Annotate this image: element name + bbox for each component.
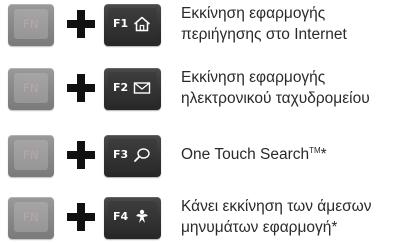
shortcut-description: Κάνει εκκίνηση των άμεσων μηνυμάτων εφαρ…	[181, 196, 411, 238]
shortcut-row-f2: FN F2 Εκκίνηση εφαρμογής ηλεκτρονικού τα…	[0, 64, 412, 114]
plus-icon	[67, 10, 95, 38]
shortcut-row-f1: FN F1 Εκκίνηση εφαρμογής περιήγησης στο …	[0, 0, 412, 50]
f2-key-label: F2	[113, 81, 129, 94]
fn-key: FN	[8, 135, 54, 177]
description-line: Εκκίνηση εφαρμογής	[181, 69, 326, 86]
fn-key: FN	[8, 68, 54, 110]
fn-key-label: FN	[14, 202, 48, 232]
fn-key-label: FN	[14, 9, 48, 39]
fn-key-label: FN	[14, 73, 48, 103]
shortcut-row-f3: FN F3 One Touch SearchTM*	[0, 131, 412, 181]
footnote-mark: *	[320, 146, 327, 163]
search-icon	[134, 148, 150, 162]
f4-key: F4	[104, 197, 161, 239]
plus-icon	[67, 203, 95, 231]
description-text: One Touch Search	[181, 146, 310, 163]
envelope-icon	[133, 82, 151, 94]
f1-key-label: F1	[113, 17, 129, 30]
shortcut-description: Εκκίνηση εφαρμογής περιήγησης στο Intern…	[181, 3, 411, 45]
f1-key: F1	[104, 4, 161, 46]
fn-key-label: FN	[14, 140, 48, 170]
shortcut-row-f4: FN F4 Κάνει εκκίνηση των άμεσων μηνυμάτω…	[0, 193, 412, 243]
plus-icon	[67, 74, 95, 102]
messenger-icon	[136, 209, 148, 223]
home-icon	[134, 16, 150, 32]
description-line: μηνυμάτων εφαρμογή*	[181, 219, 338, 236]
f4-key-label: F4	[113, 210, 129, 223]
description-line: περιήγησης στο Internet	[181, 26, 347, 43]
f3-key: F3	[104, 135, 161, 177]
description-line: Κάνει εκκίνηση των άμεσων	[181, 198, 372, 215]
shortcut-description: One Touch SearchTM*	[181, 144, 411, 165]
trademark-mark: TM	[309, 145, 321, 155]
fn-key: FN	[8, 4, 54, 46]
description-line: Εκκίνηση εφαρμογής	[181, 5, 326, 22]
f2-key: F2	[104, 68, 161, 110]
fn-key: FN	[8, 197, 54, 239]
plus-icon	[67, 141, 95, 169]
shortcut-description: Εκκίνηση εφαρμογής ηλεκτρονικού ταχυδρομ…	[181, 67, 411, 109]
description-line: ηλεκτρονικού ταχυδρομείου	[181, 90, 370, 107]
f3-key-label: F3	[113, 148, 129, 161]
